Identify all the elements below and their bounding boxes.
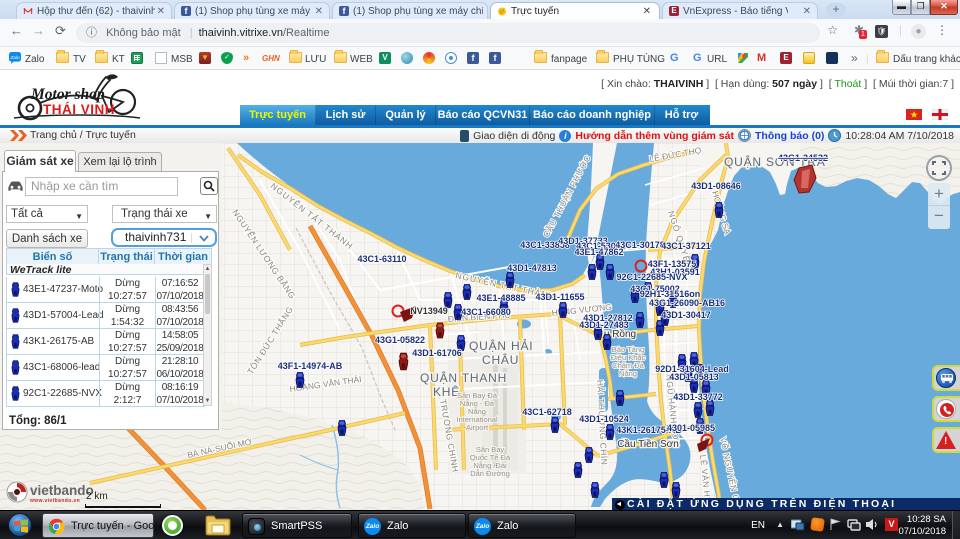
svg-text:43D1-10524: 43D1-10524 [579, 414, 629, 424]
svg-text:43D1-08646: 43D1-08646 [691, 181, 741, 191]
svg-text:43G1-34532: 43G1-34532 [778, 153, 828, 163]
svg-text:43D1-11655: 43D1-11655 [535, 292, 584, 302]
svg-text:43G1-05822: 43G1-05822 [375, 335, 425, 345]
svg-text:43C1-63110: 43C1-63110 [357, 254, 406, 264]
svg-text:43F1-14974-AB: 43F1-14974-AB [278, 361, 343, 371]
svg-text:Airport: Airport [466, 423, 489, 432]
svg-text:QUẬN THANH: QUẬN THANH [420, 370, 507, 385]
svg-text:43D1-30417: 43D1-30417 [661, 310, 711, 320]
svg-text:THÁI VINH: THÁI VINH [43, 102, 115, 117]
svg-text:Zalo: Zalo [9, 55, 20, 61]
svg-text:QUẬN HẢI: QUẬN HẢI [469, 338, 533, 353]
svg-text:43D1-27483: 43D1-27483 [579, 320, 629, 330]
svg-text:Dẫn Đường: Dẫn Đường [470, 469, 510, 478]
svg-text:Nẵng: Nẵng [619, 369, 637, 378]
svg-text:NV13949: NV13949 [410, 306, 448, 316]
svg-text:Motor shop: Motor shop [30, 86, 105, 103]
svg-text:43C1-66080: 43C1-66080 [461, 307, 511, 317]
svg-text:43E1-48885: 43E1-48885 [476, 293, 525, 303]
svg-text:43C1-37121: 43C1-37121 [661, 241, 711, 251]
svg-text:43D1-33772: 43D1-33772 [673, 392, 723, 402]
svg-text:43D1-05813: 43D1-05813 [669, 372, 719, 382]
svg-text:43C1-62718: 43C1-62718 [522, 407, 572, 417]
svg-text:43D1-47813: 43D1-47813 [507, 263, 557, 273]
svg-text:43G1-26090-AB16: 43G1-26090-AB16 [649, 298, 725, 308]
svg-text:CHÂU: CHÂU [482, 352, 519, 367]
svg-text:92C1-22685-NVX: 92C1-22685-NVX [616, 272, 687, 282]
svg-text:Cầu Tiền Sơn: Cầu Tiền Sơn [617, 438, 679, 450]
svg-text:43C1-30178: 43C1-30178 [615, 240, 665, 250]
svg-text:43D1-61706: 43D1-61706 [412, 348, 462, 358]
svg-text:4301-05985: 4301-05985 [667, 423, 715, 433]
